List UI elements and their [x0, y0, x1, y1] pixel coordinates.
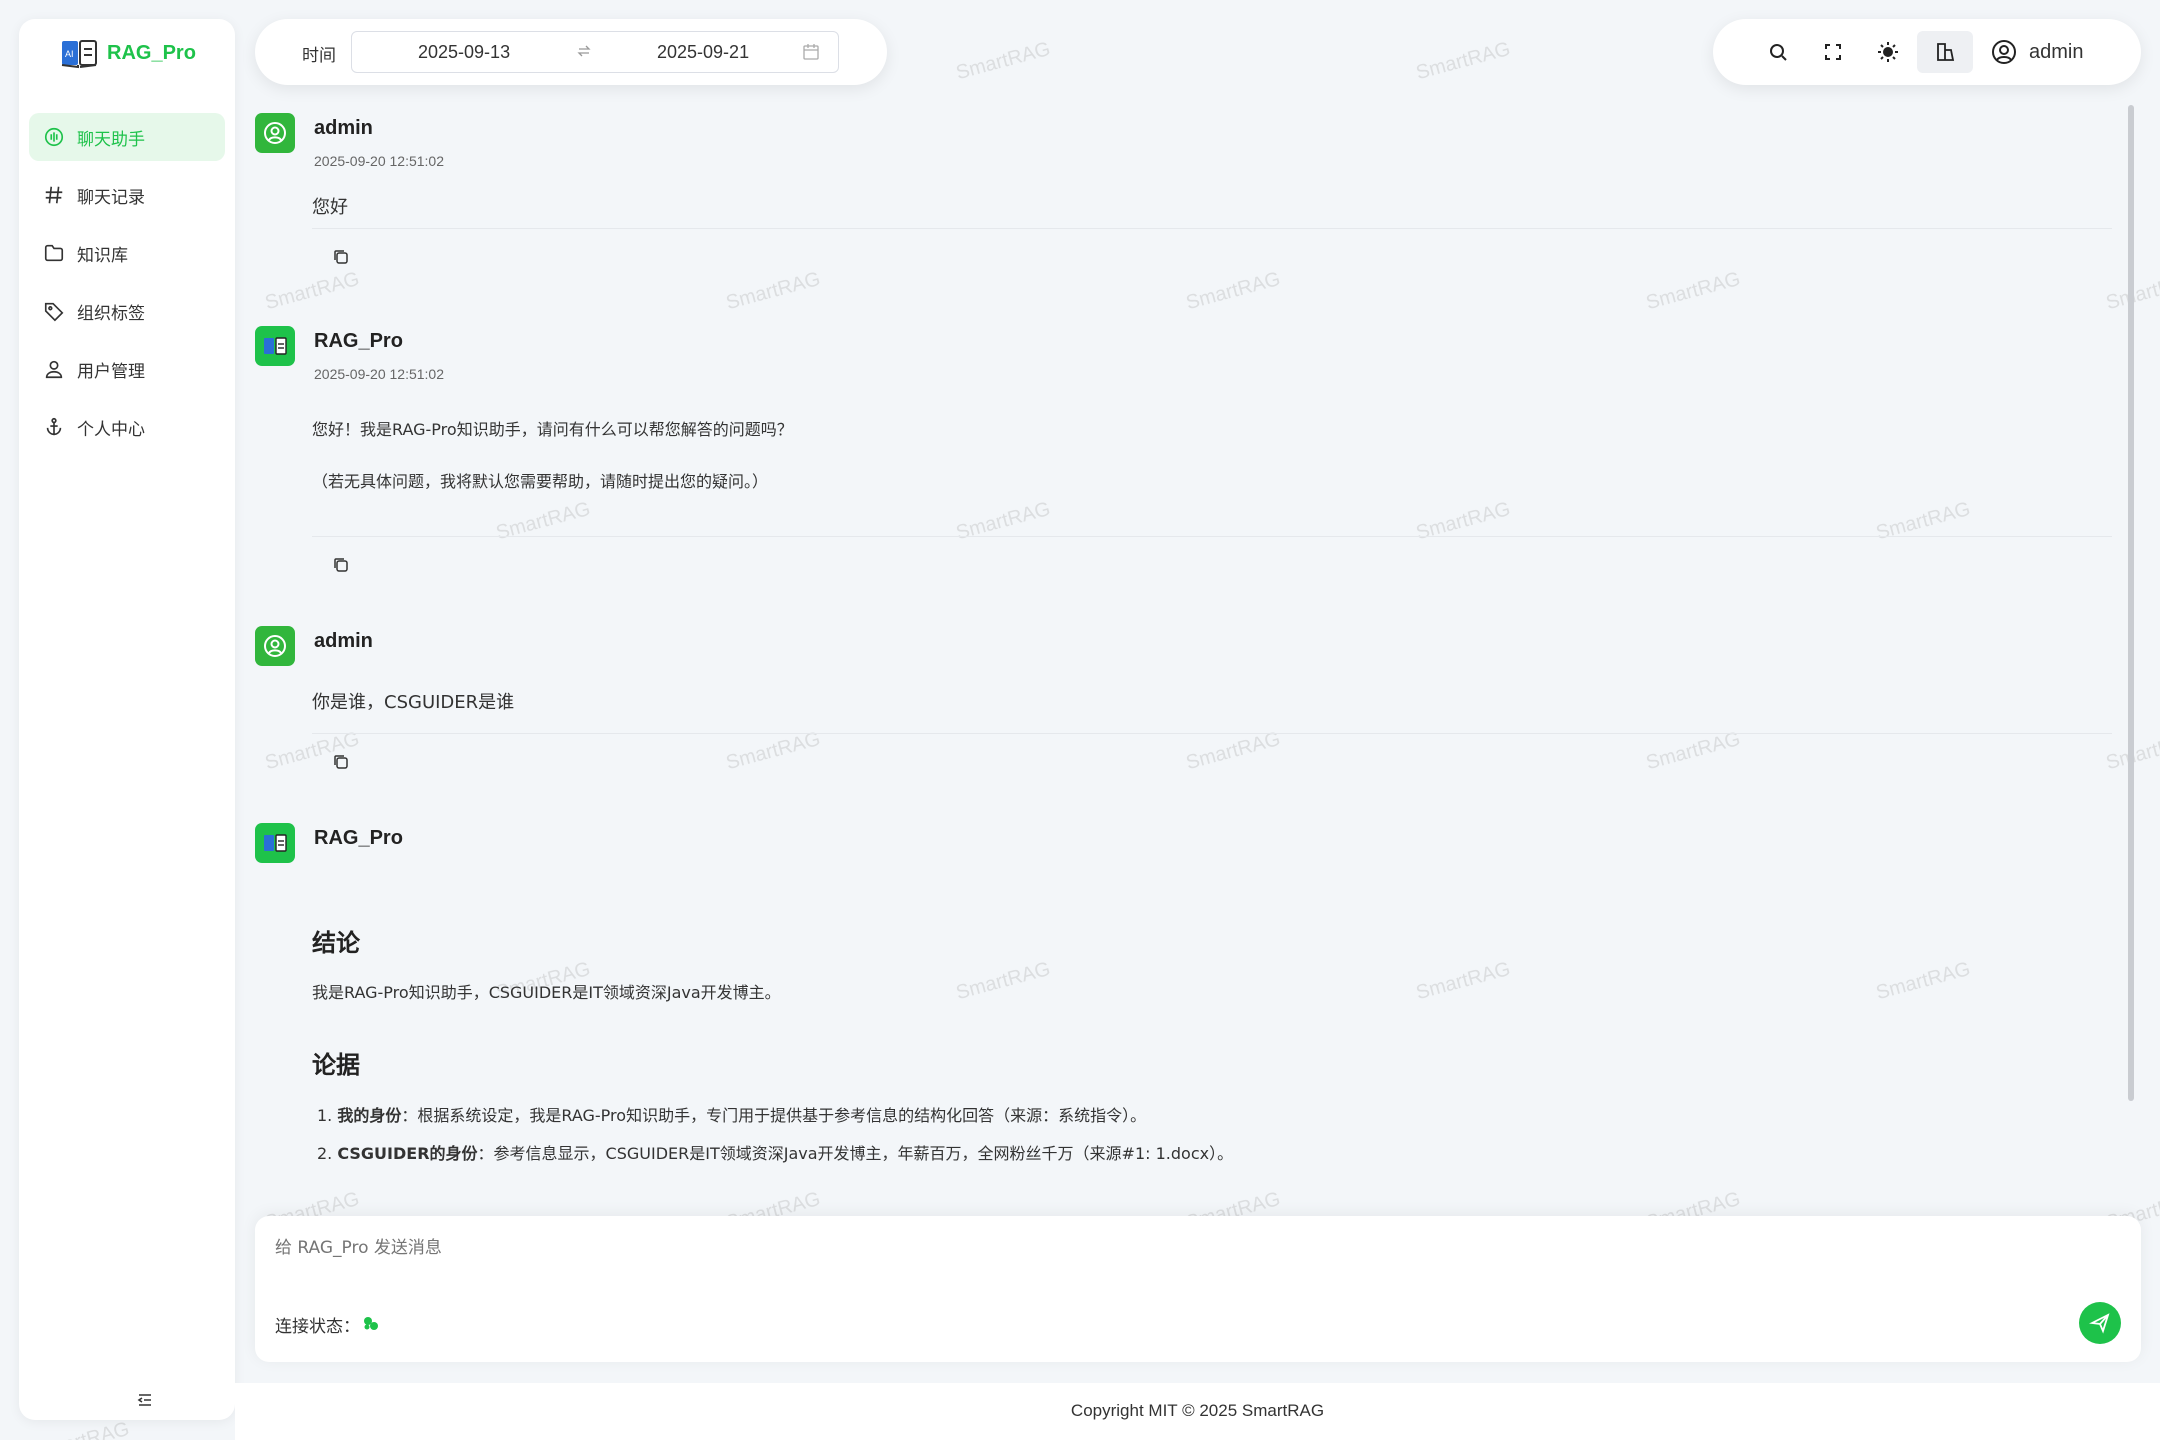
date-range-picker[interactable]: 2025-09-13 2025-09-21 [351, 31, 839, 73]
watermark-text: SmartRAG [33, 1418, 132, 1440]
collapse-menu-icon [137, 1394, 151, 1406]
sidebar: AI RAG_Pro 聊天助手 聊天记录 知识库 组织标签 用户管理 个人中心 [19, 19, 235, 1420]
book-logo-icon: AI [61, 37, 97, 69]
message-timestamp: 2025-09-20 12:51:02 [314, 153, 444, 169]
tag-icon [44, 302, 64, 322]
page-footer: Copyright MIT © 2025 SmartRAG [235, 1383, 2160, 1440]
username: admin [2029, 40, 2084, 63]
sidebar-item-label: 聊天记录 [77, 187, 145, 208]
user-circle-icon [1992, 40, 2016, 64]
chat-scrollbar[interactable] [2128, 105, 2134, 1101]
message-sender: RAG_Pro [314, 330, 403, 352]
connection-status-label: 连接状态： [275, 1317, 360, 1337]
sun-icon [1878, 42, 1898, 62]
user-circle-icon [264, 635, 286, 657]
evidence-number: 1. [317, 1106, 333, 1125]
start-date-input[interactable]: 2025-09-13 [418, 42, 510, 63]
range-separator-icon [577, 45, 591, 57]
sidebar-item-user-management[interactable]: 用户管理 [29, 345, 225, 393]
fullscreen-button[interactable] [1821, 40, 1845, 64]
message-text: 您好 [312, 197, 348, 218]
watermark-text: SmartRAG [1413, 37, 1513, 85]
evidence-item: 1. 我的身份：根据系统设定，我是RAG-Pro知识助手，专门用于提供基于参考信… [317, 1102, 1146, 1126]
message-text: 您好！我是RAG-Pro知识助手，请问有什么可以帮您解答的问题吗？ [312, 420, 793, 439]
calendar-icon [803, 44, 819, 60]
evidence-item: 2. CSGUIDER的身份：参考信息显示，CSGUIDER是IT领域资深Jav… [317, 1140, 1233, 1164]
answer-heading-conclusion: 结论 [312, 929, 360, 957]
copy-icon [334, 558, 348, 572]
evidence-number: 2. [317, 1144, 333, 1163]
sidebar-item-label: 个人中心 [77, 419, 145, 440]
chat-bubble-icon [44, 127, 64, 147]
answer-conclusion-text: 我是RAG-Pro知识助手，CSGUIDER是IT领域资深Java开发博主。 [312, 983, 781, 1002]
app-logo: AI RAG_Pro [61, 37, 196, 69]
send-icon [2089, 1313, 2110, 1334]
book-logo-icon [264, 834, 287, 852]
svg-text:AI: AI [65, 49, 74, 59]
message-sender: RAG_Pro [314, 827, 403, 849]
message-divider [312, 536, 2112, 537]
layout-icon [1937, 43, 1955, 61]
evidence-text: ：参考信息显示，CSGUIDER是IT领域资深Java开发博主，年薪百万，全网粉… [477, 1144, 1234, 1163]
answer-heading-evidence: 论据 [312, 1051, 360, 1079]
anchor-icon [46, 417, 62, 436]
copy-icon [334, 755, 348, 769]
user-avatar [255, 626, 295, 666]
message-input[interactable] [275, 1238, 1975, 1258]
sidebar-item-personal-center[interactable]: 个人中心 [29, 403, 225, 451]
message-sender: admin [314, 117, 373, 139]
watermark-text: SmartRAG [953, 37, 1053, 85]
layout-toggle-button[interactable] [1917, 31, 1973, 73]
app-title: RAG_Pro [107, 41, 196, 64]
evidence-bold: CSGUIDER的身份 [337, 1144, 478, 1163]
evidence-bold: 我的身份 [337, 1106, 402, 1125]
sidebar-item-chat-assistant[interactable]: 聊天助手 [29, 113, 225, 161]
date-filter-bar: 时间 2025-09-13 2025-09-21 [255, 19, 887, 85]
sidebar-item-label: 组织标签 [77, 303, 145, 324]
search-button[interactable] [1766, 40, 1790, 64]
user-menu[interactable]: admin [1991, 39, 2083, 65]
message-text: 你是谁，CSGUIDER是谁 [312, 692, 515, 713]
copy-button[interactable] [331, 247, 351, 267]
message-divider [312, 733, 2112, 734]
copy-button[interactable] [331, 555, 351, 575]
top-toolbar: admin [1713, 19, 2141, 85]
end-date-input[interactable]: 2025-09-21 [657, 42, 749, 63]
user-icon [45, 360, 63, 379]
sidebar-item-chat-history[interactable]: 聊天记录 [29, 171, 225, 219]
fullscreen-icon [1825, 44, 1841, 60]
collapse-sidebar-button[interactable] [135, 1390, 155, 1410]
date-filter-label: 时间 [302, 46, 336, 66]
sidebar-nav: 聊天助手 聊天记录 知识库 组织标签 用户管理 个人中心 [29, 113, 225, 461]
copy-icon [334, 250, 348, 264]
message-text: （若无具体问题，我将默认您需要帮助，请随时提出您的疑问。） [312, 472, 769, 491]
message-timestamp: 2025-09-20 12:51:02 [314, 366, 444, 382]
user-avatar [255, 113, 295, 153]
hash-icon [45, 186, 63, 204]
evidence-text: ：根据系统设定，我是RAG-Pro知识助手，专门用于提供基于参考信息的结构化回答… [401, 1106, 1147, 1125]
send-button[interactable] [2079, 1302, 2121, 1344]
sidebar-item-label: 用户管理 [77, 361, 145, 382]
message-sender: admin [314, 630, 373, 652]
search-icon [1770, 44, 1787, 61]
sidebar-item-label: 知识库 [77, 245, 128, 266]
book-logo-icon [264, 337, 287, 355]
copy-button[interactable] [331, 752, 351, 772]
theme-toggle-button[interactable] [1876, 40, 1900, 64]
message-divider [312, 228, 2112, 229]
assistant-avatar [255, 326, 295, 366]
copyright-text: Copyright MIT © 2025 SmartRAG [1070, 1401, 1325, 1420]
connection-status-icon [364, 1317, 378, 1330]
folder-icon [44, 244, 64, 262]
sidebar-item-knowledge-base[interactable]: 知识库 [29, 229, 225, 277]
assistant-avatar [255, 823, 295, 863]
chat-messages: admin 2025-09-20 12:51:02 您好 RAG_Pro 202… [255, 100, 2125, 1205]
user-circle-icon [264, 122, 286, 144]
sidebar-item-org-tags[interactable]: 组织标签 [29, 287, 225, 335]
message-composer: 连接状态： [255, 1216, 2141, 1362]
sidebar-item-label: 聊天助手 [77, 129, 145, 150]
